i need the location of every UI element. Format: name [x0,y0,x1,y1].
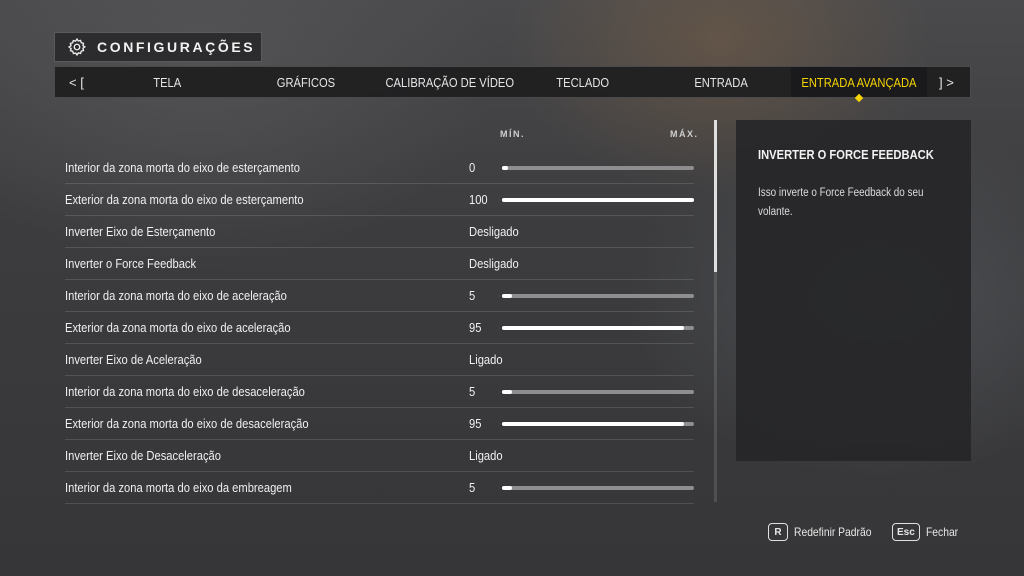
tab-label: TELA [153,74,181,90]
tab-tela[interactable]: TELA [117,67,217,97]
setting-label: Inverter o Force Feedback [65,256,197,271]
tab-entrada[interactable]: ENTRADA [671,67,771,97]
setting-toggle-value[interactable]: Ligado [469,448,503,463]
slider-fill [502,422,685,426]
setting-label: Interior da zona morta do eixo de desace… [65,384,305,399]
setting-row[interactable]: Inverter Eixo de Desaceleração Ligado [65,440,694,472]
setting-value: 95 [469,320,482,335]
slider-max-label: MÁX. [670,129,699,139]
info-panel: INVERTER O FORCE FEEDBACK Isso inverte o… [736,120,971,461]
setting-label: Exterior da zona morta do eixo de desace… [65,416,309,431]
close-label: Fechar [925,525,958,539]
setting-value: 95 [469,416,482,431]
setting-slider[interactable] [502,198,694,202]
setting-row[interactable]: Inverter o Force Feedback Desligado [65,248,694,280]
setting-row[interactable]: Interior da zona morta do eixo de aceler… [65,280,694,312]
setting-row[interactable]: Interior da zona morta do eixo da embrea… [65,472,694,504]
page-title-box: CONFIGURAÇÕES [54,32,262,62]
tab-next-label: ] > [939,74,954,90]
setting-toggle-value[interactable]: Desligado [469,256,519,271]
tab-prev-label: < [ [69,74,84,90]
r-key-icon: R [768,523,788,541]
slider-fill [502,326,685,330]
setting-value: 5 [469,384,476,399]
tab-calibracao-de-video[interactable]: CALIBRAÇÃO DE VÍDEO [375,67,525,97]
slider-fill [502,166,508,170]
tab-entrada-avancada[interactable]: ENTRADA AVANÇADA [791,67,927,97]
slider-min-label: MÍN. [500,129,525,139]
setting-value: 5 [469,480,476,495]
setting-row[interactable]: Interior da zona morta do eixo de desace… [65,376,694,408]
setting-label: Inverter Eixo de Aceleração [65,352,202,367]
setting-value: 100 [469,192,488,207]
page-title: CONFIGURAÇÕES [97,39,256,55]
reset-default-label: Redefinir Padrão [794,525,872,539]
tab-graficos[interactable]: GRÁFICOS [251,67,361,97]
setting-row[interactable]: Exterior da zona morta do eixo de esterç… [65,184,694,216]
tab-next-button[interactable]: ] > [939,67,954,97]
setting-row[interactable]: Interior da zona morta do eixo de esterç… [65,152,694,184]
setting-row[interactable]: Inverter Eixo de Aceleração Ligado [65,344,694,376]
tab-label: GRÁFICOS [276,74,336,90]
setting-row[interactable]: Exterior da zona morta do eixo de desace… [65,408,694,440]
setting-toggle-value[interactable]: Ligado [469,352,503,367]
setting-row[interactable]: Exterior da zona morta do eixo de aceler… [65,312,694,344]
setting-slider[interactable] [502,294,694,298]
setting-value: 0 [469,160,476,175]
setting-label: Exterior da zona morta do eixo de esterç… [65,192,304,207]
info-description: Isso inverte o Force Feedback do seu vol… [758,187,924,218]
tab-label: ENTRADA AVANÇADA [801,74,917,90]
setting-row[interactable]: Inverter Eixo de Esterçamento Desligado [65,216,694,248]
tab-bar: < [ TELA GRÁFICOS CALIBRAÇÃO DE VÍDEO TE… [54,66,971,98]
slider-fill [502,390,512,394]
setting-label: Inverter Eixo de Esterçamento [65,224,216,239]
setting-label: Inverter Eixo de Desaceleração [65,448,221,463]
list-scrollbar-thumb[interactable] [714,120,717,272]
setting-label: Interior da zona morta do eixo da embrea… [65,480,292,495]
setting-label: Interior da zona morta do eixo de aceler… [65,288,287,303]
reset-default-button[interactable]: R Redefinir Padrão [768,523,884,541]
slider-fill [502,294,512,298]
tab-label: ENTRADA [694,74,748,90]
setting-slider[interactable] [502,486,694,490]
setting-slider[interactable] [502,326,694,330]
tab-teclado[interactable]: TECLADO [533,67,633,97]
close-button[interactable]: Esc Fechar [892,523,963,541]
tab-label: TECLADO [556,74,610,90]
setting-slider[interactable] [502,390,694,394]
slider-fill [502,198,694,202]
setting-slider[interactable] [502,166,694,170]
tab-label: CALIBRAÇÃO DE VÍDEO [385,74,515,90]
setting-label: Interior da zona morta do eixo de esterç… [65,160,300,175]
slider-fill [502,486,512,490]
info-title: INVERTER O FORCE FEEDBACK [758,147,934,162]
setting-label: Exterior da zona morta do eixo de aceler… [65,320,291,335]
gear-icon [67,37,87,57]
setting-value: 5 [469,288,476,303]
tab-prev-button[interactable]: < [ [69,67,84,97]
esc-key-icon: Esc [892,523,920,541]
setting-slider[interactable] [502,422,694,426]
setting-toggle-value[interactable]: Desligado [469,224,519,239]
